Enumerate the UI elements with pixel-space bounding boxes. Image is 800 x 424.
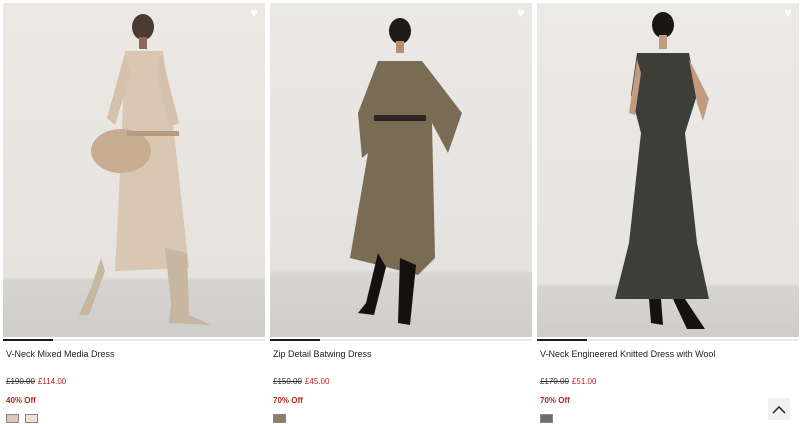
product-price: £170.00 £51.00 (540, 377, 799, 386)
discount-label: 70% Off (540, 396, 570, 405)
colour-swatch[interactable] (25, 414, 38, 423)
sale-price: £45.00 (304, 377, 330, 386)
wishlist-heart-icon[interactable]: ♥ (247, 6, 261, 20)
image-carousel-indicator (3, 339, 265, 341)
image-carousel-indicator (270, 339, 532, 341)
product-title[interactable]: Zip Detail Batwing Dress (273, 349, 532, 359)
carousel-indicator-active (537, 339, 587, 341)
back-to-top-button[interactable] (768, 398, 790, 420)
product-title[interactable]: V-Neck Mixed Media Dress (6, 349, 265, 359)
colour-swatch[interactable] (273, 414, 286, 423)
product-card[interactable]: ♥ V-Neck Engineered Knitted Dress with W… (537, 3, 799, 423)
chevron-up-icon (772, 405, 786, 414)
product-image[interactable]: ♥ (3, 3, 265, 337)
colour-swatches (540, 414, 799, 423)
original-price: £150.00 (273, 377, 302, 386)
colour-swatch[interactable] (540, 414, 553, 423)
colour-swatches (273, 414, 532, 423)
discount-label: 40% Off (6, 396, 36, 405)
image-carousel-indicator (537, 339, 799, 341)
wishlist-heart-icon[interactable]: ♥ (781, 6, 795, 20)
original-price: £170.00 (540, 377, 569, 386)
product-grid: ♥ V-Neck Mixed Media Dress £190.00 £114.0… (3, 3, 799, 423)
product-price: £150.00 £45.00 (273, 377, 532, 386)
model-figure-charcoal-knit-dress (615, 12, 709, 329)
carousel-indicator-active (3, 339, 53, 341)
colour-swatch[interactable] (6, 414, 19, 423)
product-card[interactable]: ♥ V-Neck Mixed Media Dress £190.00 £114.0… (3, 3, 265, 423)
product-card[interactable]: ♥ Zip Detail Batwing Dress £150.00 £45.00… (270, 3, 532, 423)
carousel-indicator-active (270, 339, 320, 341)
product-image[interactable]: ♥ (537, 3, 799, 337)
model-figure-olive-dress (350, 18, 462, 325)
product-price: £190.00 £114.00 (6, 377, 265, 386)
original-price: £190.00 (6, 377, 35, 386)
product-image[interactable]: ♥ (270, 3, 532, 337)
sale-price: £114.00 (37, 377, 67, 386)
colour-swatches (6, 414, 265, 423)
wishlist-heart-icon[interactable]: ♥ (514, 6, 528, 20)
model-figure-beige-dress (79, 14, 211, 325)
sale-price: £51.00 (571, 377, 597, 386)
product-title[interactable]: V-Neck Engineered Knitted Dress with Woo… (540, 349, 799, 359)
discount-label: 70% Off (273, 396, 303, 405)
